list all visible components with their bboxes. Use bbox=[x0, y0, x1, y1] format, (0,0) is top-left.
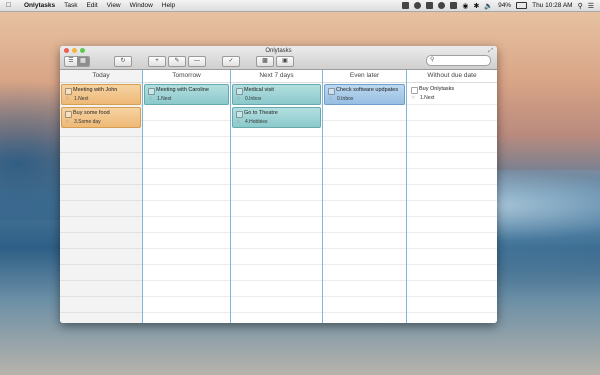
complete-task-button[interactable]: ✓ bbox=[222, 56, 240, 67]
column-even-later[interactable]: Even later Check software updpates ☆ 0.I… bbox=[323, 70, 407, 323]
menu-view[interactable]: View bbox=[107, 2, 121, 9]
task-project: 1.Next bbox=[74, 96, 89, 102]
star-icon[interactable]: ☆ bbox=[328, 96, 332, 102]
task-project: 4.Hobbies bbox=[245, 119, 268, 125]
column-next-7-days[interactable]: Next 7 days Medical visit ☆ 0.Inbox Go t… bbox=[231, 70, 323, 323]
plus-icon: + bbox=[155, 58, 159, 64]
column-today[interactable]: Today Meeting with John ☆ 1.Next Buy som… bbox=[60, 70, 143, 323]
battery-label[interactable]: 94% bbox=[498, 2, 511, 9]
main-window: Onlytasks ⤢ ☰ ▦ ↻ + ✎ — ✓ ▩ ▣ ⚲ Today Me… bbox=[60, 46, 497, 323]
menu-bar:  Onlytasks Task Edit View Window Help ◉… bbox=[0, 0, 600, 12]
tray-folder-icon[interactable] bbox=[426, 2, 434, 9]
search-icon: ⚲ bbox=[430, 57, 435, 63]
star-icon[interactable]: ☆ bbox=[65, 119, 69, 125]
calendar-button[interactable]: ▩ bbox=[256, 56, 274, 67]
task-title: Check software updpates bbox=[336, 87, 399, 93]
add-task-button[interactable]: + bbox=[148, 56, 166, 67]
clock[interactable]: Thu 10:28 AM bbox=[532, 2, 572, 9]
task-title: Meeting with Caroline bbox=[156, 87, 209, 93]
apple-icon[interactable]:  bbox=[6, 2, 15, 9]
tray-time-machine-icon[interactable] bbox=[438, 2, 446, 9]
column-header-without-due-date: Without due date bbox=[407, 70, 497, 83]
fullscreen-icon[interactable]: ⤢ bbox=[488, 48, 493, 55]
column-without-due-date[interactable]: Without due date Buy Onlytasks ☆ 1.Next bbox=[407, 70, 497, 323]
star-icon[interactable]: ☆ bbox=[65, 96, 69, 102]
edit-task-button[interactable]: ✎ bbox=[168, 56, 186, 67]
task-title: Go to Theatre bbox=[244, 110, 278, 116]
task-checkbox[interactable] bbox=[65, 111, 72, 118]
task-card[interactable]: Meeting with John ☆ 1.Next bbox=[61, 84, 141, 105]
column-header-even-later: Even later bbox=[323, 70, 406, 83]
notification-center-icon[interactable]: ☰ bbox=[588, 2, 594, 10]
column-header-today: Today bbox=[60, 70, 142, 83]
search-input[interactable]: ⚲ bbox=[426, 55, 491, 66]
task-checkbox[interactable] bbox=[236, 111, 243, 118]
task-checkbox[interactable] bbox=[148, 88, 155, 95]
wifi-icon[interactable]: ◉ bbox=[462, 2, 468, 10]
task-title: Meeting with John bbox=[73, 87, 118, 93]
task-card[interactable]: Buy Onlytasks ☆ 1.Next bbox=[408, 84, 496, 103]
star-icon[interactable]: ☆ bbox=[236, 119, 240, 125]
tray-sync-icon[interactable] bbox=[414, 2, 422, 9]
menu-app-name[interactable]: Onlytasks bbox=[24, 2, 55, 9]
sync-button[interactable]: ↻ bbox=[114, 56, 132, 67]
task-project: 0.Inbox bbox=[245, 96, 262, 102]
task-checkbox[interactable] bbox=[65, 88, 72, 95]
tray-display-icon[interactable] bbox=[450, 2, 458, 9]
star-icon[interactable]: ☆ bbox=[411, 95, 415, 101]
task-checkbox[interactable] bbox=[328, 88, 335, 95]
board-view-icon[interactable]: ▦ bbox=[77, 57, 89, 66]
column-header-next-7-days: Next 7 days bbox=[231, 70, 322, 83]
calendar-icon: ▩ bbox=[262, 58, 268, 64]
task-card[interactable]: Medical visit ☆ 0.Inbox bbox=[232, 84, 321, 105]
note-icon: ▣ bbox=[282, 58, 288, 64]
window-title: Onlytasks bbox=[265, 48, 292, 54]
list-view-icon[interactable]: ☰ bbox=[65, 57, 77, 66]
bluetooth-icon[interactable]: ✱ bbox=[473, 2, 479, 10]
star-icon[interactable]: ☆ bbox=[148, 96, 152, 102]
task-card[interactable]: Meeting with Caroline ☆ 1.Next bbox=[144, 84, 229, 105]
sync-icon: ↻ bbox=[120, 58, 126, 64]
task-checkbox[interactable] bbox=[236, 88, 243, 95]
task-project: 0.Inbox bbox=[337, 96, 354, 102]
column-tomorrow[interactable]: Tomorrow Meeting with Caroline ☆ 1.Next bbox=[143, 70, 231, 323]
minus-icon: — bbox=[194, 58, 200, 64]
task-card[interactable]: Go to Theatre ☆ 4.Hobbies bbox=[232, 107, 321, 128]
column-header-tomorrow: Tomorrow bbox=[143, 70, 230, 83]
checkmark-icon: ✓ bbox=[228, 58, 234, 64]
task-project: 3.Some day bbox=[74, 119, 101, 125]
task-board: Today Meeting with John ☆ 1.Next Buy som… bbox=[60, 70, 497, 323]
task-project: 1.Next bbox=[157, 96, 172, 102]
task-card[interactable]: Check software updpates ☆ 0.Inbox bbox=[324, 84, 405, 105]
notes-button[interactable]: ▣ bbox=[276, 56, 294, 67]
tray-app-icon[interactable] bbox=[402, 2, 410, 9]
spotlight-icon[interactable]: ⚲ bbox=[578, 2, 583, 10]
task-checkbox[interactable] bbox=[411, 87, 418, 94]
task-card[interactable]: Buy some food ☆ 3.Some day bbox=[61, 107, 141, 128]
menu-help[interactable]: Help bbox=[162, 2, 175, 9]
task-title: Buy some food bbox=[73, 110, 110, 116]
window-titlebar: Onlytasks ⤢ ☰ ▦ ↻ + ✎ — ✓ ▩ ▣ ⚲ bbox=[60, 46, 497, 70]
menu-edit[interactable]: Edit bbox=[86, 2, 97, 9]
status-tray: ◉ ✱ 🔈 94% Thu 10:28 AM ⚲ ☰ bbox=[402, 2, 594, 10]
task-title: Buy Onlytasks bbox=[419, 86, 455, 92]
menu-window[interactable]: Window bbox=[130, 2, 153, 9]
battery-icon[interactable] bbox=[516, 2, 528, 9]
menu-task[interactable]: Task bbox=[64, 2, 77, 9]
volume-icon[interactable]: 🔈 bbox=[484, 2, 493, 10]
delete-task-button[interactable]: — bbox=[188, 56, 206, 67]
view-toggle[interactable]: ☰ ▦ bbox=[64, 56, 90, 67]
pencil-icon: ✎ bbox=[174, 58, 180, 64]
star-icon[interactable]: ☆ bbox=[236, 96, 240, 102]
task-title: Medical visit bbox=[244, 87, 274, 93]
task-project: 1.Next bbox=[420, 95, 435, 101]
